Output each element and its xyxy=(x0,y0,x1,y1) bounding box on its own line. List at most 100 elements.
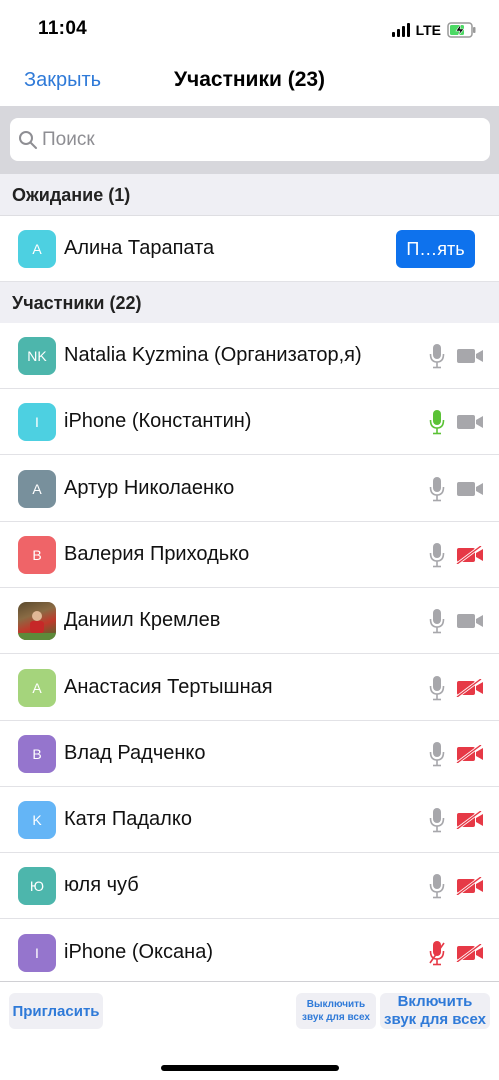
video-off-icon xyxy=(456,544,483,566)
mic-icon xyxy=(429,874,445,899)
avatar-initials: B xyxy=(32,546,42,563)
video-toggle[interactable] xyxy=(456,413,484,436)
participant-row[interactable]: IiPhone (Константин) xyxy=(0,389,499,456)
mic-toggle[interactable] xyxy=(429,343,445,374)
mic-icon xyxy=(429,476,445,501)
participant-row[interactable]: B Валерия Приходько xyxy=(0,521,499,588)
avatar-initials: Ю xyxy=(29,878,45,895)
video-toggle[interactable] xyxy=(456,942,484,967)
avatar: A xyxy=(18,230,56,268)
avatar: I xyxy=(18,403,56,442)
mic-toggle[interactable] xyxy=(429,741,445,772)
waiting-section-title: Ожидание (1) xyxy=(12,185,131,205)
mic-toggle[interactable] xyxy=(429,608,445,639)
signal-bars-icon xyxy=(391,23,410,37)
participant-row[interactable]: A Анастасия Тертышная xyxy=(0,654,499,721)
participant-row[interactable]: NK Natalia Kyzmina (Организатор,я) xyxy=(0,323,499,389)
avatar-initials: NK xyxy=(27,348,47,364)
participant-name: юля чуб xyxy=(64,874,139,897)
search-box[interactable] xyxy=(10,118,490,161)
video-toggle[interactable] xyxy=(456,743,484,768)
video-toggle[interactable] xyxy=(456,809,484,834)
participant-row[interactable]: Ююля чуб xyxy=(0,853,499,920)
participant-row[interactable]: A Артур Николаенко xyxy=(0,455,499,522)
participant-name: Артур Николаенко xyxy=(64,476,235,499)
participant-name: Валерия Приходько xyxy=(64,542,250,565)
video-toggle[interactable] xyxy=(456,347,484,370)
mic-toggle[interactable] xyxy=(429,542,445,573)
video-off-icon xyxy=(456,942,483,963)
mic-muted-icon xyxy=(429,940,445,965)
participant-name: iPhone (Константин) xyxy=(64,410,252,433)
mic-active-icon xyxy=(429,410,445,435)
participants-section-header: Участники (22) xyxy=(0,282,499,324)
mic-toggle[interactable] xyxy=(429,940,445,971)
mute-all-button[interactable]: Выключить звук для всех xyxy=(296,993,376,1029)
avatar: A xyxy=(18,668,56,707)
bottom-toolbar: Пригласить Выключить звук для всех Включ… xyxy=(0,981,499,1080)
page-title: Участники (23) xyxy=(173,68,326,91)
video-off-icon xyxy=(456,876,483,897)
battery-charging-icon xyxy=(447,22,476,38)
mic-icon xyxy=(429,741,445,767)
mic-toggle[interactable] xyxy=(429,873,445,904)
video-off-icon xyxy=(456,677,483,698)
status-bar: 11:04 LTE xyxy=(0,0,499,58)
avatar-initials: B xyxy=(32,745,42,762)
avatar-photo xyxy=(18,602,56,641)
mic-icon xyxy=(429,675,445,700)
video-icon xyxy=(457,415,483,430)
video-toggle[interactable] xyxy=(456,876,484,900)
participant-name: iPhone (Оксана) xyxy=(64,940,213,963)
participant-row[interactable]: Даниил Кремлев xyxy=(0,588,499,655)
video-icon xyxy=(457,614,483,629)
nav-bar: Закрыть Участники (23) xyxy=(0,58,499,106)
mic-icon xyxy=(429,542,445,568)
avatar-initials: K xyxy=(32,812,42,829)
video-toggle[interactable] xyxy=(456,480,484,503)
avatar: B xyxy=(18,535,56,574)
video-off-icon xyxy=(456,809,483,831)
video-icon xyxy=(457,349,483,363)
participant-name: Даниил Кремлев xyxy=(64,609,221,632)
participant-name: Влад Радченко xyxy=(64,741,206,764)
mic-toggle[interactable] xyxy=(429,476,445,507)
status-indicators: LTE xyxy=(391,20,477,40)
mic-toggle[interactable] xyxy=(429,807,445,838)
participants-section-title: Участники (22) xyxy=(12,293,142,313)
avatar: B xyxy=(18,734,56,773)
video-icon xyxy=(457,481,483,496)
avatar-initials: I xyxy=(35,944,39,961)
search-icon xyxy=(19,130,37,149)
participant-name: Анастасия Тертышная xyxy=(64,675,273,698)
mic-icon xyxy=(429,808,445,833)
mic-icon xyxy=(429,609,445,634)
waiting-section-header: Ожидание (1) xyxy=(0,174,499,216)
avatar: NK xyxy=(18,337,56,375)
participant-name: Natalia Kyzmina (Организатор,я) xyxy=(64,344,362,366)
mic-icon xyxy=(429,344,445,369)
participant-row[interactable]: B Влад Радченко xyxy=(0,720,499,787)
video-toggle[interactable] xyxy=(456,544,484,569)
video-toggle[interactable] xyxy=(456,612,484,635)
mic-toggle[interactable] xyxy=(429,675,445,706)
participant-name: Алина Тарапата xyxy=(64,237,215,259)
mic-toggle[interactable] xyxy=(429,409,445,440)
unmute-all-button[interactable]: Включить звук для всех xyxy=(380,993,490,1029)
invite-button[interactable]: Пригласить xyxy=(9,993,103,1029)
search-input[interactable] xyxy=(42,128,462,151)
participant-row[interactable]: IiPhone (Оксана) xyxy=(0,919,499,986)
home-indicator[interactable] xyxy=(161,1065,339,1071)
search-bar xyxy=(0,106,499,174)
participant-name: Катя Падалко xyxy=(64,808,192,831)
avatar-initials: I xyxy=(35,414,39,431)
video-toggle[interactable] xyxy=(456,677,484,702)
avatar: I xyxy=(18,933,56,972)
participant-row[interactable]: K Катя Падалко xyxy=(0,787,499,854)
avatar-initials: A xyxy=(32,480,42,497)
admit-button[interactable]: П…ять xyxy=(396,230,475,268)
waiting-row[interactable]: A Алина Тарапата П…ять xyxy=(0,216,499,282)
avatar: A xyxy=(18,469,56,508)
avatar: K xyxy=(18,801,56,840)
avatar-initials: A xyxy=(32,241,42,257)
